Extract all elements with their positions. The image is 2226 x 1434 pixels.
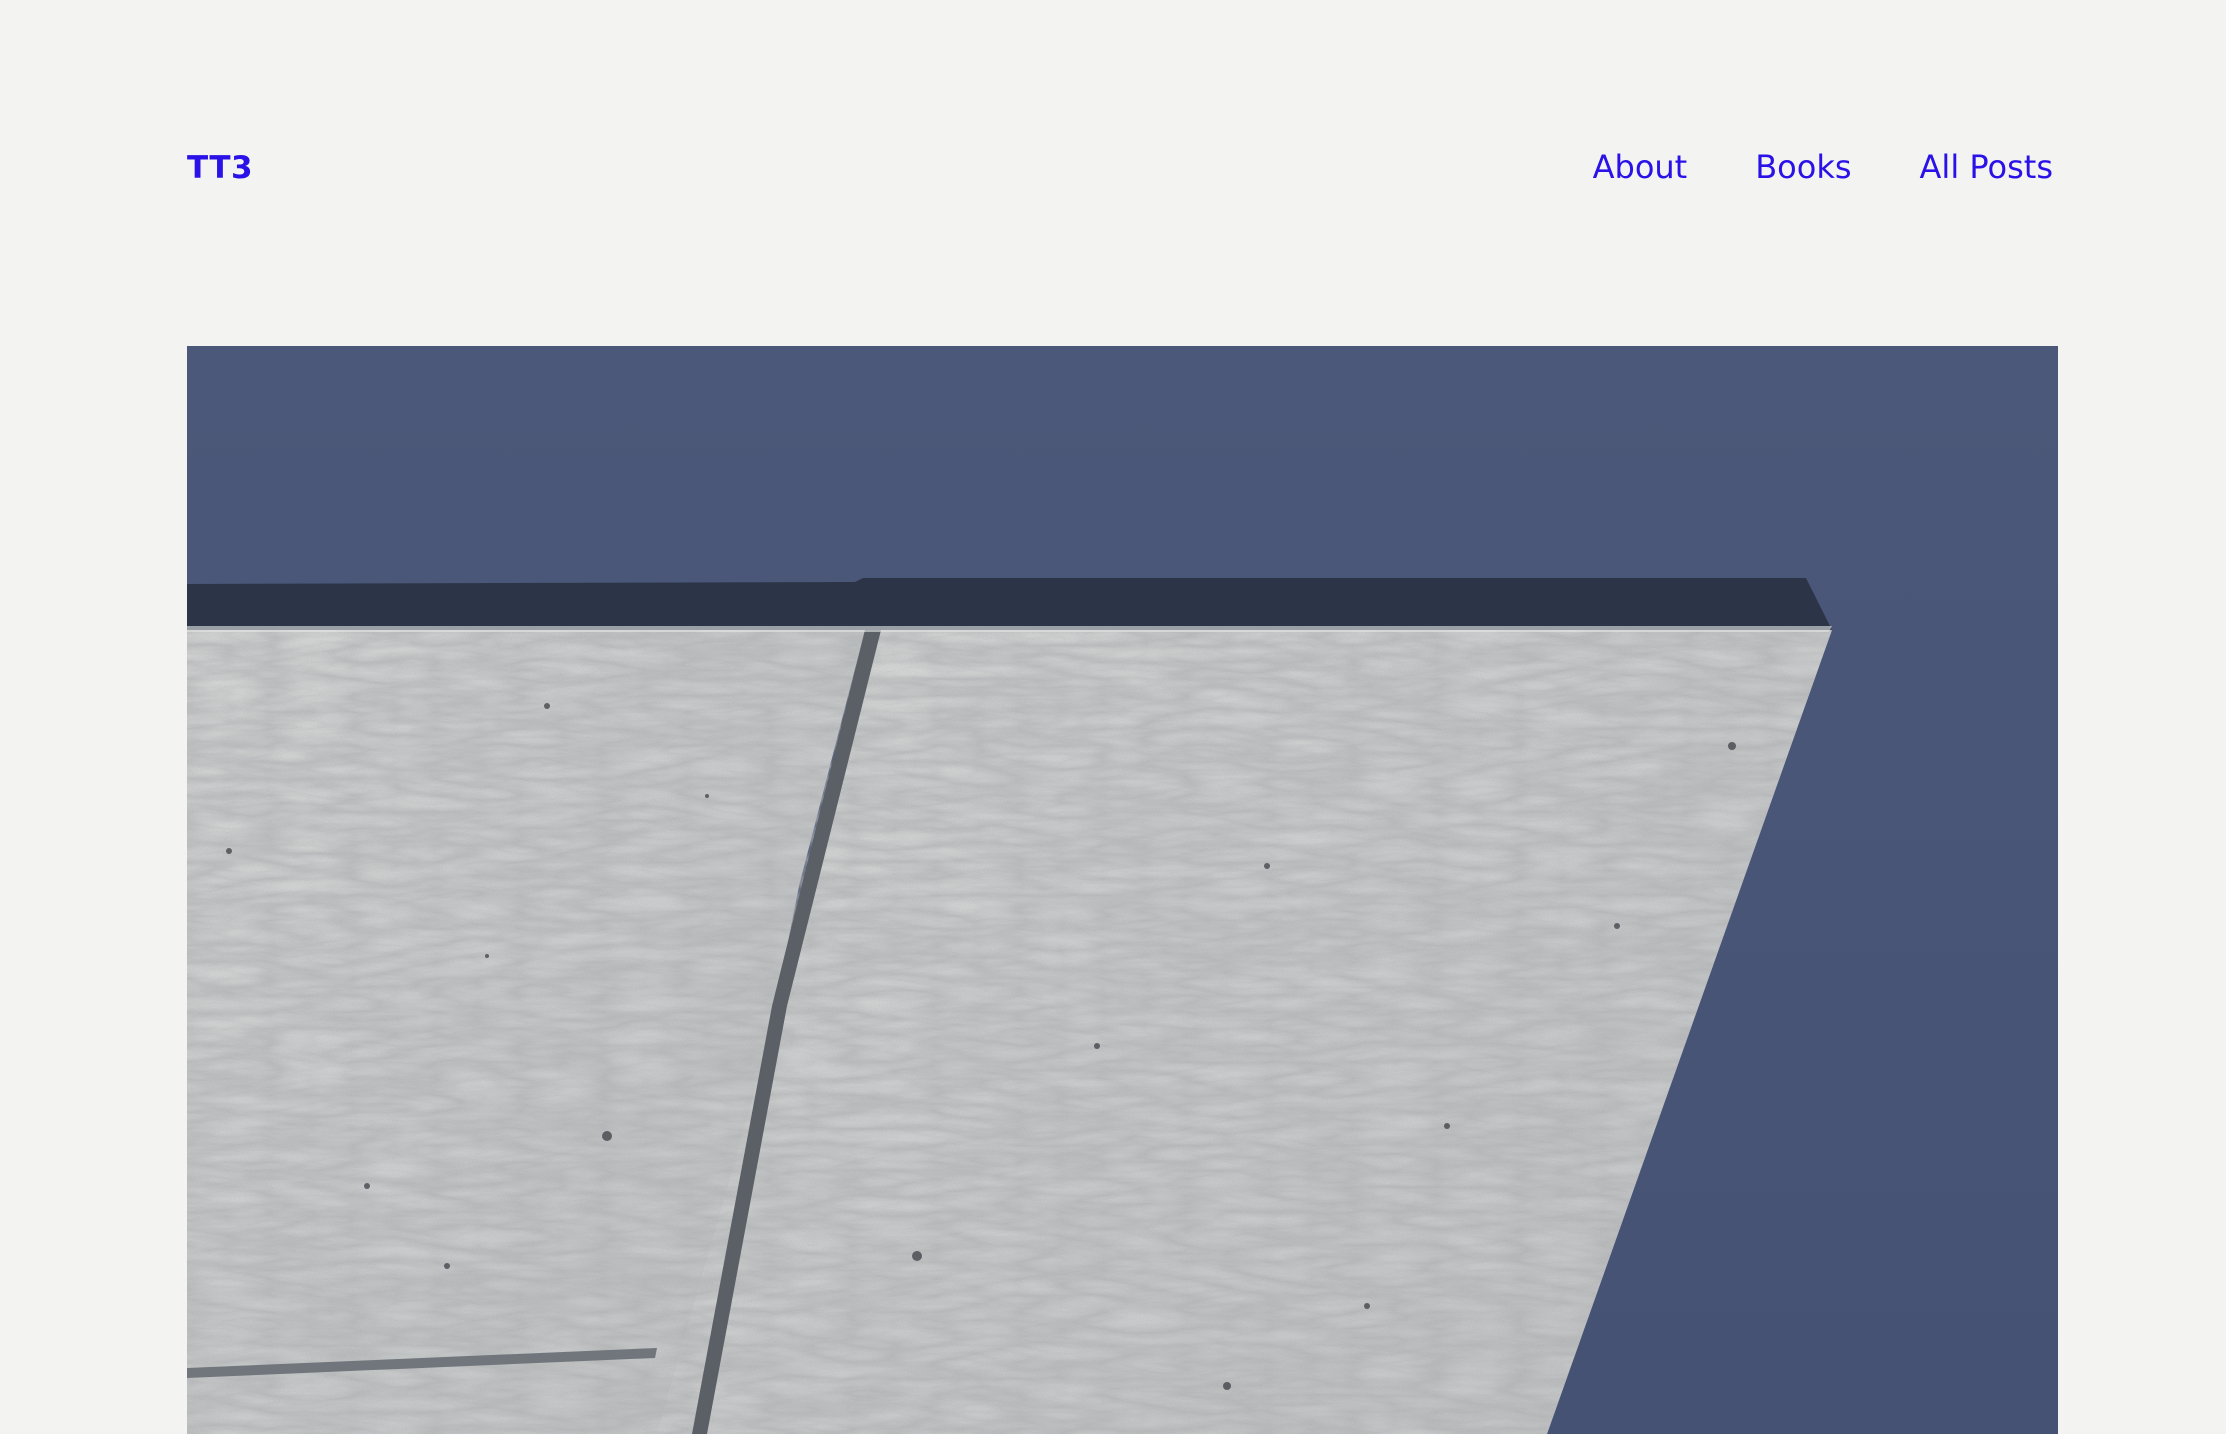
nav-link-all-posts[interactable]: All Posts — [1920, 148, 2053, 186]
top-edge-shadow — [187, 578, 1832, 630]
concrete-structure-illustration — [187, 346, 2058, 1434]
primary-nav: About Books All Posts — [1593, 148, 2053, 186]
page: TT3 About Books All Posts — [0, 0, 2226, 1434]
nav-link-about[interactable]: About — [1593, 148, 1688, 186]
site-title-link[interactable]: TT3 — [187, 150, 253, 186]
site-header: TT3 About Books All Posts — [187, 140, 2053, 200]
hero-image — [187, 346, 2058, 1434]
nav-link-books[interactable]: Books — [1755, 148, 1851, 186]
